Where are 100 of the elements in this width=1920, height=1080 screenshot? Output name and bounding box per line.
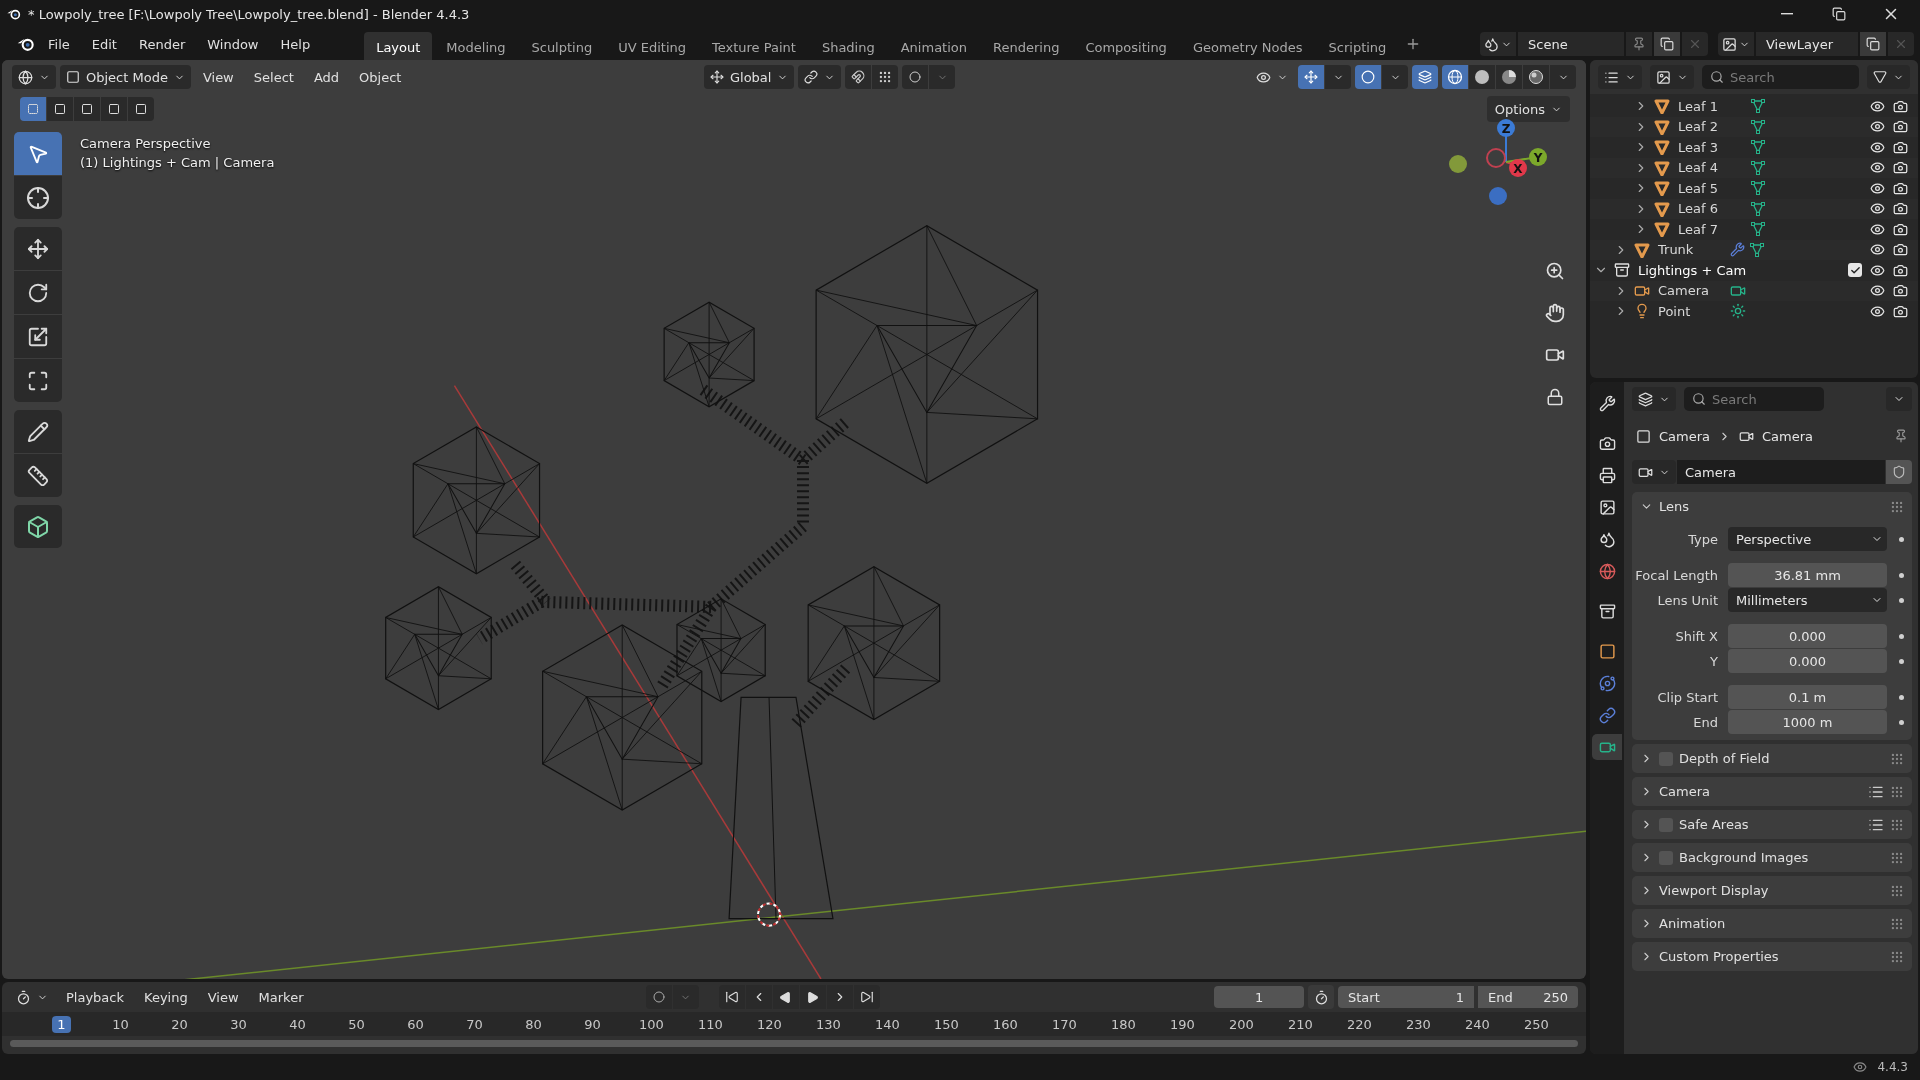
breadcrumb-item: Camera xyxy=(1762,428,1814,444)
frame-number: 210 xyxy=(1287,1016,1314,1032)
properties-search-field[interactable]: Search xyxy=(1684,387,1824,411)
field-label: Lens Unit xyxy=(1656,592,1719,608)
panel-header[interactable]: Background Images xyxy=(1632,843,1912,872)
end-frame-field[interactable]: End 250 xyxy=(1478,986,1578,1008)
workspace-tab[interactable]: Rendering xyxy=(981,31,1072,61)
workspace-tab[interactable]: Scripting xyxy=(1316,31,1399,61)
view-layer-field[interactable]: ViewLayer xyxy=(1756,32,1858,56)
field-label: Focal Length xyxy=(1634,567,1719,583)
options-dropdown[interactable]: Options xyxy=(1486,96,1570,122)
field-label: Y xyxy=(1709,653,1719,669)
panel-header[interactable]: Custom Properties xyxy=(1632,942,1912,971)
outliner-item[interactable]: Leaf 5 xyxy=(1678,180,1750,196)
frame-number: 30 xyxy=(229,1016,248,1032)
field-label: End xyxy=(1692,714,1719,730)
frame-number: 230 xyxy=(1405,1016,1432,1032)
breadcrumb-item: Camera xyxy=(1659,428,1711,444)
frame-number: 250 xyxy=(1523,1016,1550,1032)
orientation-dropdown[interactable]: Global xyxy=(703,65,795,89)
frame-number: 120 xyxy=(756,1016,783,1032)
menu-item[interactable]: File xyxy=(38,32,80,56)
viewport-menu[interactable]: Object xyxy=(351,65,410,89)
frame-number: 170 xyxy=(1051,1016,1078,1032)
scene-field[interactable]: Scene xyxy=(1518,32,1624,56)
number-field[interactable]: 1000 m xyxy=(1728,710,1887,734)
workspace-tab[interactable]: Animation xyxy=(888,31,979,61)
datablock-name-field[interactable]: Camera xyxy=(1677,460,1885,484)
outliner-item[interactable]: Leaf 6 xyxy=(1678,201,1750,217)
outliner-item[interactable]: Leaf 7 xyxy=(1678,221,1750,237)
timeline-menu[interactable]: Keying xyxy=(136,985,196,1009)
frame-number: 190 xyxy=(1169,1016,1196,1032)
workspace-tab[interactable]: Geometry Nodes xyxy=(1180,31,1315,61)
outliner-item[interactable]: Trunk xyxy=(1658,242,1730,258)
mode-dropdown[interactable]: Object Mode xyxy=(60,65,191,89)
workspace-tab[interactable]: Sculpting xyxy=(519,31,605,61)
frame-number: 50 xyxy=(347,1016,366,1032)
panel-header[interactable]: Camera xyxy=(1632,777,1912,806)
start-frame-field[interactable]: Start 1 xyxy=(1338,986,1474,1008)
outliner-item[interactable]: Lightings + Cam xyxy=(1638,262,1788,278)
menu-item[interactable]: Render xyxy=(128,32,196,56)
number-field[interactable]: 0.000 xyxy=(1728,649,1887,673)
panel-header[interactable]: Viewport Display xyxy=(1632,876,1912,905)
field-label: Type xyxy=(1687,531,1719,547)
dropdown-field[interactable]: Perspective xyxy=(1728,527,1887,551)
frame-number: 110 xyxy=(697,1016,724,1032)
panel-header[interactable]: Lens xyxy=(1632,492,1912,521)
menu-item[interactable]: Edit xyxy=(81,32,127,56)
frame-number: 100 xyxy=(638,1016,665,1032)
frame-number: 140 xyxy=(874,1016,901,1032)
frame-number: 20 xyxy=(170,1016,189,1032)
outliner-search-field[interactable]: Search xyxy=(1702,65,1859,89)
panel-header[interactable]: Safe Areas xyxy=(1632,810,1912,839)
workspace-tab[interactable]: UV Editing xyxy=(606,31,698,61)
menu-item[interactable]: Help xyxy=(270,32,321,56)
workspace-tab[interactable]: Compositing xyxy=(1073,31,1179,61)
frame-number: 220 xyxy=(1346,1016,1373,1032)
viewport-info-text: Camera Perspective xyxy=(80,136,212,151)
frame-number: 160 xyxy=(992,1016,1019,1032)
frame-number: 180 xyxy=(1110,1016,1137,1032)
frame-number: 200 xyxy=(1228,1016,1255,1032)
frame-number: 60 xyxy=(406,1016,425,1032)
frame-number: 90 xyxy=(583,1016,602,1032)
outliner-item[interactable]: Leaf 3 xyxy=(1678,139,1750,155)
frame-number: 10 xyxy=(111,1016,130,1032)
viewport-menu[interactable]: View xyxy=(194,65,242,89)
frame-number: 1 xyxy=(32,1016,91,1032)
field-label: Clip Start xyxy=(1656,689,1719,705)
viewport-menu[interactable]: Select xyxy=(245,65,302,89)
menu-item[interactable]: Window xyxy=(197,32,269,56)
frame-number: 130 xyxy=(815,1016,842,1032)
frame-number: 70 xyxy=(465,1016,484,1032)
outliner-item[interactable]: Leaf 1 xyxy=(1678,98,1750,114)
viewport-menu[interactable]: Add xyxy=(305,65,348,89)
timeline-menu[interactable]: Playback xyxy=(58,985,132,1009)
timeline-menu[interactable]: Marker xyxy=(250,985,312,1009)
workspace-tab[interactable]: Shading xyxy=(809,31,887,61)
outliner-item[interactable]: Point xyxy=(1658,303,1730,319)
workspace-tab[interactable]: Modeling xyxy=(434,31,518,61)
window-title: * Lowpoly_tree [F:\Lowpoly Tree\Lowpoly_tree.blend] - Blender 4.4.3 xyxy=(28,6,471,22)
frame-number: 80 xyxy=(524,1016,543,1032)
panel-header[interactable]: Animation xyxy=(1632,909,1912,938)
dropdown-field[interactable]: Millimeters xyxy=(1728,588,1887,612)
panel-header[interactable]: Depth of Field xyxy=(1632,744,1912,773)
frame-number: 240 xyxy=(1464,1016,1491,1032)
workspace-tab[interactable]: Layout xyxy=(364,31,433,61)
frame-number: 40 xyxy=(288,1016,307,1032)
number-field[interactable]: 0.000 xyxy=(1728,624,1887,648)
number-field[interactable]: 36.81 mm xyxy=(1728,563,1887,587)
outliner-item[interactable]: Leaf 2 xyxy=(1678,119,1750,135)
frame-number: 150 xyxy=(933,1016,960,1032)
version-text: 4.4.3 xyxy=(1877,1060,1908,1074)
number-field[interactable]: 0.1 m xyxy=(1728,685,1887,709)
outliner-item[interactable]: Leaf 4 xyxy=(1678,160,1750,176)
workspace-tab[interactable]: Texture Paint xyxy=(700,31,808,61)
current-frame-field[interactable]: 1 xyxy=(1214,986,1304,1008)
viewport-info-text: (1) Lightings + Cam | Camera xyxy=(80,155,275,170)
timeline-menu[interactable]: View xyxy=(199,985,247,1009)
outliner-item[interactable]: Camera xyxy=(1658,283,1730,299)
field-label: Shift X xyxy=(1674,628,1719,644)
